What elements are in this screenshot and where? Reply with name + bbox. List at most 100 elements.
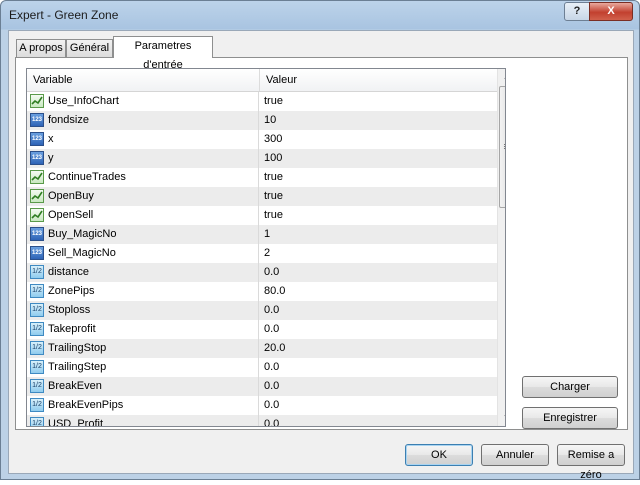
table-row[interactable]: 1/2 TrailingStep 0.0 bbox=[27, 358, 497, 377]
enregistrer-button[interactable]: Enregistrer bbox=[522, 407, 618, 429]
int-icon: 123 bbox=[30, 246, 44, 260]
table-row[interactable]: 123 Buy_MagicNo 1 bbox=[27, 225, 497, 244]
table-row[interactable]: OpenSell true bbox=[27, 206, 497, 225]
variable-cell[interactable]: 1/2 USD_Profit bbox=[27, 415, 259, 426]
value-cell[interactable]: 0.0 bbox=[260, 301, 279, 320]
variable-cell[interactable]: 1/2 BreakEven bbox=[27, 377, 259, 396]
value-cell[interactable]: 300 bbox=[260, 130, 282, 149]
ok-button[interactable]: OK bbox=[405, 444, 473, 466]
table-row[interactable]: 1/2 TrailingStop 20.0 bbox=[27, 339, 497, 358]
double-icon: 1/2 bbox=[30, 417, 44, 426]
variable-cell[interactable]: 123 fondsize bbox=[27, 111, 259, 130]
double-icon: 1/2 bbox=[30, 341, 44, 355]
variable-cell[interactable]: OpenSell bbox=[27, 206, 259, 225]
value-cell[interactable]: 10 bbox=[260, 111, 276, 130]
value-cell[interactable]: true bbox=[260, 206, 283, 225]
variable-cell[interactable]: 123 y bbox=[27, 149, 259, 168]
variable-name: ZonePips bbox=[48, 285, 95, 297]
variable-cell[interactable]: 1/2 distance bbox=[27, 263, 259, 282]
tab-panel: Variable Valeur Use_InfoChart true 123 fond… bbox=[15, 57, 628, 430]
variable-name: OpenSell bbox=[48, 209, 94, 221]
cancel-button[interactable]: Annuler bbox=[481, 444, 549, 466]
tab-general[interactable]: Général bbox=[66, 39, 113, 57]
variable-name: BreakEvenPips bbox=[48, 399, 124, 411]
tab-a-propos[interactable]: A propos bbox=[16, 39, 66, 57]
double-icon: 1/2 bbox=[30, 265, 44, 279]
variable-cell[interactable]: 1/2 BreakEvenPips bbox=[27, 396, 259, 415]
int-icon: 123 bbox=[30, 132, 44, 146]
variable-name: Takeprofit bbox=[48, 323, 96, 335]
scroll-up-arrow-icon[interactable]: ▲ bbox=[498, 69, 505, 86]
value-cell[interactable]: 1 bbox=[260, 225, 270, 244]
charger-button[interactable]: Charger bbox=[522, 376, 618, 398]
grip-line bbox=[504, 144, 505, 145]
table-row[interactable]: 1/2 distance 0.0 bbox=[27, 263, 497, 282]
value-cell[interactable]: 0.0 bbox=[260, 263, 279, 282]
variable-cell[interactable]: 123 Sell_MagicNo bbox=[27, 244, 259, 263]
variable-name: BreakEven bbox=[48, 380, 102, 392]
value-cell[interactable]: 80.0 bbox=[260, 282, 285, 301]
table-row[interactable]: 1/2 Stoploss 0.0 bbox=[27, 301, 497, 320]
variable-cell[interactable]: ContinueTrades bbox=[27, 168, 259, 187]
value-cell[interactable]: true bbox=[260, 92, 283, 111]
variable-name: TrailingStop bbox=[48, 342, 107, 354]
double-icon: 1/2 bbox=[30, 322, 44, 336]
variable-cell[interactable]: 1/2 Takeprofit bbox=[27, 320, 259, 339]
table-row[interactable]: 1/2 ZonePips 80.0 bbox=[27, 282, 497, 301]
variable-cell[interactable]: 1/2 TrailingStep bbox=[27, 358, 259, 377]
variable-cell[interactable]: 123 Buy_MagicNo bbox=[27, 225, 259, 244]
column-header-valeur[interactable]: Valeur bbox=[260, 69, 497, 91]
double-icon: 1/2 bbox=[30, 360, 44, 374]
reset-button[interactable]: Remise a zéro bbox=[557, 444, 625, 481]
table-row[interactable]: 123 Sell_MagicNo 2 bbox=[27, 244, 497, 263]
table-row[interactable]: Use_InfoChart true bbox=[27, 92, 497, 111]
bool-icon bbox=[30, 94, 44, 108]
close-button[interactable]: X bbox=[589, 2, 633, 21]
variable-cell[interactable]: Use_InfoChart bbox=[27, 92, 259, 111]
table-row[interactable]: 123 fondsize 10 bbox=[27, 111, 497, 130]
value-cell[interactable]: 100 bbox=[260, 149, 282, 168]
double-icon: 1/2 bbox=[30, 303, 44, 317]
variable-cell[interactable]: OpenBuy bbox=[27, 187, 259, 206]
parameters-grid: Variable Valeur Use_InfoChart true 123 fond… bbox=[26, 68, 506, 427]
variable-name: distance bbox=[48, 266, 89, 278]
double-icon: 1/2 bbox=[30, 379, 44, 393]
table-row[interactable]: 1/2 BreakEven 0.0 bbox=[27, 377, 497, 396]
value-cell[interactable]: 0.0 bbox=[260, 377, 279, 396]
expert-window: Expert - Green Zone ? X A propos Général… bbox=[0, 0, 640, 481]
scroll-down-arrow-icon[interactable]: ▼ bbox=[498, 409, 505, 426]
variable-cell[interactable]: 1/2 TrailingStop bbox=[27, 339, 259, 358]
table-row[interactable]: 123 y 100 bbox=[27, 149, 497, 168]
value-cell[interactable]: 0.0 bbox=[260, 415, 279, 426]
table-row[interactable]: 1/2 BreakEvenPips 0.0 bbox=[27, 396, 497, 415]
table-row[interactable]: ContinueTrades true bbox=[27, 168, 497, 187]
bool-icon bbox=[30, 208, 44, 222]
table-row[interactable]: 123 x 300 bbox=[27, 130, 497, 149]
int-icon: 123 bbox=[30, 151, 44, 165]
variable-name: Buy_MagicNo bbox=[48, 228, 117, 240]
value-cell[interactable]: true bbox=[260, 187, 283, 206]
variable-name: y bbox=[48, 152, 54, 164]
value-cell[interactable]: 0.0 bbox=[260, 358, 279, 377]
value-cell[interactable]: 0.0 bbox=[260, 396, 279, 415]
value-cell[interactable]: 0.0 bbox=[260, 320, 279, 339]
value-cell[interactable]: true bbox=[260, 168, 283, 187]
variable-cell[interactable]: 123 x bbox=[27, 130, 259, 149]
title-bar[interactable]: Expert - Green Zone ? X bbox=[1, 1, 639, 29]
double-icon: 1/2 bbox=[30, 284, 44, 298]
variable-name: fondsize bbox=[48, 114, 89, 126]
window-title: Expert - Green Zone bbox=[9, 8, 119, 22]
variable-name: x bbox=[48, 133, 54, 145]
vertical-scrollbar[interactable]: ▲ ▼ bbox=[497, 69, 505, 426]
variable-cell[interactable]: 1/2 Stoploss bbox=[27, 301, 259, 320]
tab-parametres-entree[interactable]: Parametres d'entrée bbox=[113, 36, 213, 71]
variable-cell[interactable]: 1/2 ZonePips bbox=[27, 282, 259, 301]
table-row[interactable]: 1/2 USD_Profit 0.0 bbox=[27, 415, 497, 426]
help-button[interactable]: ? bbox=[564, 2, 590, 21]
variable-name: TrailingStep bbox=[48, 361, 107, 373]
value-cell[interactable]: 20.0 bbox=[260, 339, 285, 358]
scroll-thumb[interactable] bbox=[499, 86, 505, 208]
table-row[interactable]: OpenBuy true bbox=[27, 187, 497, 206]
value-cell[interactable]: 2 bbox=[260, 244, 270, 263]
table-row[interactable]: 1/2 Takeprofit 0.0 bbox=[27, 320, 497, 339]
